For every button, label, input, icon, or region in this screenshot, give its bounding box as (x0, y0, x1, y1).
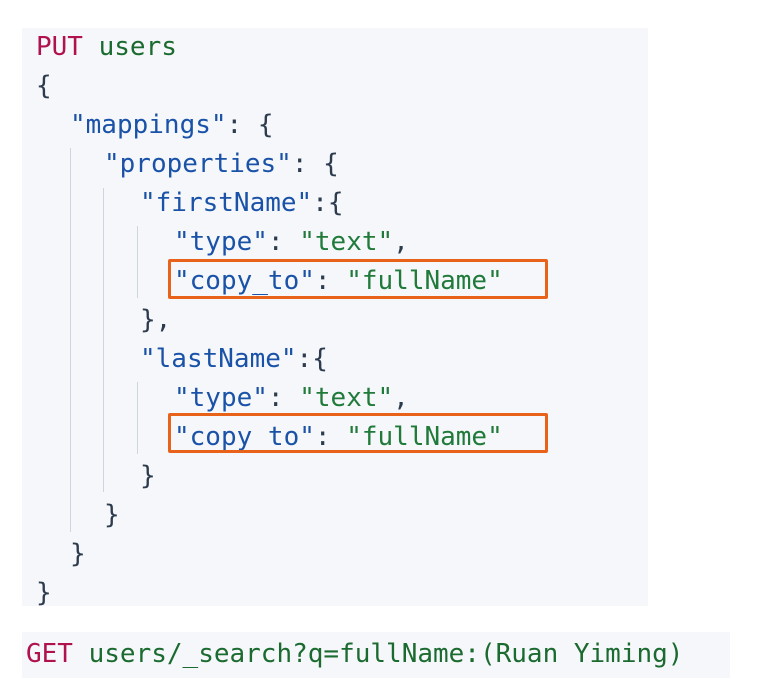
firstname-copy-to-highlight (168, 259, 548, 299)
request-line: PUT users (36, 27, 177, 67)
mappings-line: "mappings": { (70, 110, 274, 140)
firstname-key: "firstName" (140, 188, 313, 218)
lastname-close-line: } (140, 461, 156, 491)
type-key: "type" (174, 383, 268, 413)
query-method: GET (26, 639, 73, 669)
lastname-line: "lastName":{ (140, 344, 328, 374)
http-method: PUT (36, 32, 83, 62)
indent-guide-fields (103, 188, 104, 492)
properties-key: "properties" (104, 149, 292, 179)
firstname-line: "firstName":{ (140, 188, 344, 218)
indent-guide-firstname (137, 226, 138, 298)
indent-guide-lastname (137, 382, 138, 454)
index-name: users (98, 32, 177, 62)
lastname-copy-to-highlight (168, 413, 548, 453)
query-path: users/_search?q=fullName:(Ruan Yiming) (88, 639, 684, 669)
type-key: "type" (174, 227, 268, 257)
search-request-line: GET users/_search?q=fullName:(Ruan Yimin… (26, 634, 683, 674)
root-open-brace: { (36, 71, 52, 101)
lastname-key: "lastName" (140, 344, 297, 374)
firstname-type-line: "type": "text", (174, 227, 409, 257)
type-value: "text" (299, 383, 394, 413)
properties-line: "properties": { (104, 149, 339, 179)
firstname-close-line: }, (140, 305, 172, 335)
properties-close-line: } (104, 500, 120, 530)
mappings-close-line: } (70, 539, 86, 569)
indent-guide-properties (70, 148, 71, 532)
mappings-key: "mappings" (70, 110, 227, 140)
root-close-line: } (36, 578, 52, 608)
type-value: "text" (299, 227, 394, 257)
lastname-type-line: "type": "text", (174, 383, 409, 413)
